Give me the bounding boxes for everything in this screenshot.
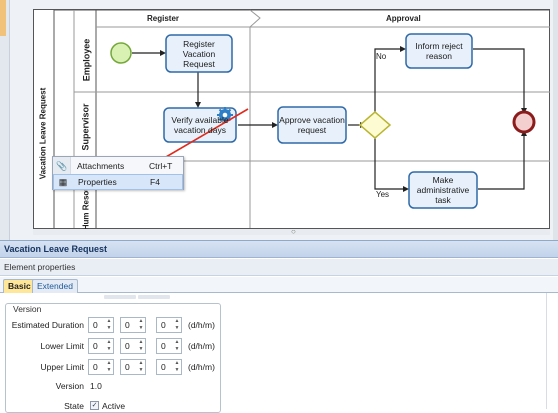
estimated-duration-days[interactable]: 0 ▲ ▼ bbox=[88, 317, 114, 333]
version-group-title: Version bbox=[11, 304, 44, 314]
tab-basic[interactable]: Basic bbox=[3, 279, 36, 293]
panel-right-divider bbox=[546, 293, 547, 409]
menu-item-attachments-shortcut: Ctrl+T bbox=[149, 161, 173, 171]
menu-item-attachments-label: Attachments bbox=[77, 161, 125, 171]
menu-item-properties-shortcut: F4 bbox=[150, 177, 160, 187]
phase-label-register: Register bbox=[147, 14, 180, 23]
start-event[interactable] bbox=[110, 42, 132, 64]
lower-limit-label: Lower Limit bbox=[40, 341, 84, 351]
pool-title: Vacation Leave Request bbox=[38, 87, 48, 179]
task-admin-label[interactable]: Make administrative task bbox=[409, 172, 477, 208]
estimated-duration-minutes[interactable]: 0 ▲ ▼ bbox=[156, 317, 182, 333]
exclusive-gateway[interactable] bbox=[358, 111, 392, 139]
toolbar-button-placeholder-1[interactable] bbox=[104, 295, 136, 299]
panel-title-bar: Vacation Leave Request bbox=[0, 240, 558, 258]
upper-limit-minutes[interactable]: 0 ▲ ▼ bbox=[156, 359, 182, 375]
context-menu: 📎 Attachments Ctrl+T ▦ Properties F4 bbox=[52, 156, 184, 190]
flow-label-yes: Yes bbox=[376, 190, 390, 199]
spin-arrows-icon: ▲ ▼ bbox=[138, 318, 144, 331]
task-verify-label[interactable]: Verify available vacation days bbox=[164, 108, 236, 142]
spin-arrows-icon: ▲ ▼ bbox=[106, 318, 112, 331]
end-event[interactable] bbox=[512, 110, 536, 134]
upper-limit-hours[interactable]: 0 ▲ ▼ bbox=[120, 359, 146, 375]
task-inform-label[interactable]: Inform reject reason bbox=[406, 34, 472, 68]
estimated-duration-hours[interactable]: 0 ▲ ▼ bbox=[120, 317, 146, 333]
upper-limit-unit: (d/h/m) bbox=[188, 362, 215, 372]
state-label: State bbox=[64, 401, 84, 411]
lower-limit-minutes[interactable]: 0 ▲ ▼ bbox=[156, 338, 182, 354]
menu-item-properties[interactable]: ▦ Properties F4 bbox=[53, 174, 183, 190]
version-value: 1.0 bbox=[90, 381, 102, 391]
spin-arrows-icon: ▲ ▼ bbox=[138, 360, 144, 373]
scroll-thumb-icon[interactable]: ○ bbox=[291, 227, 296, 236]
estimated-duration-label: Estimated Duration bbox=[11, 320, 84, 330]
element-properties-label: Element properties bbox=[4, 262, 76, 272]
lower-limit-unit: (d/h/m) bbox=[188, 341, 215, 351]
lower-limit-hours[interactable]: 0 ▲ ▼ bbox=[120, 338, 146, 354]
toolbar-button-placeholder-2[interactable] bbox=[138, 295, 170, 299]
spin-arrows-icon: ▲ ▼ bbox=[174, 360, 180, 373]
horizontal-scrollbar[interactable]: ○ bbox=[33, 227, 550, 236]
menu-item-properties-label: Properties bbox=[78, 177, 117, 187]
spin-arrows-icon: ▲ ▼ bbox=[138, 339, 144, 352]
phase-label-approval: Approval bbox=[386, 14, 421, 23]
task-register-label[interactable]: Register Vacation Request bbox=[166, 35, 232, 72]
spin-arrows-icon: ▲ ▼ bbox=[106, 339, 112, 352]
properties-icon: ▦ bbox=[58, 176, 68, 187]
version-label: Version bbox=[55, 381, 84, 391]
spin-arrows-icon: ▲ ▼ bbox=[174, 318, 180, 331]
upper-limit-days[interactable]: 0 ▲ ▼ bbox=[88, 359, 114, 375]
paperclip-icon: 📎 bbox=[56, 160, 68, 171]
flow-inform-end bbox=[473, 48, 525, 108]
phase-chevron bbox=[249, 9, 261, 28]
state-value: Active bbox=[102, 401, 126, 411]
task-approve-label[interactable]: Approve vacation request bbox=[278, 107, 346, 143]
spin-arrows-icon: ▲ ▼ bbox=[106, 360, 112, 373]
lower-limit-days[interactable]: 0 ▲ ▼ bbox=[88, 338, 114, 354]
estimated-duration-unit: (d/h/m) bbox=[188, 320, 215, 330]
menu-item-attachments[interactable]: 📎 Attachments Ctrl+T bbox=[53, 158, 183, 174]
lane-label-human-resources: Hum Resour bbox=[81, 182, 91, 230]
diagram-canvas-area: Vacation Leave Request Employee Supervis… bbox=[0, 0, 558, 240]
flow-label-no: No bbox=[376, 52, 387, 61]
panel-subheader: Element properties bbox=[0, 259, 558, 276]
flow-admin-end bbox=[478, 136, 525, 190]
lane-label-employee: Employee bbox=[81, 38, 91, 81]
upper-limit-label: Upper Limit bbox=[40, 362, 84, 372]
lane-label-supervisor: Supervisor bbox=[81, 102, 91, 151]
properties-tabbar: Basic Extended bbox=[0, 277, 558, 293]
panel-title: Vacation Leave Request bbox=[4, 244, 108, 254]
flow-gateway-admin bbox=[374, 138, 403, 190]
spin-arrows-icon: ▲ ▼ bbox=[174, 339, 180, 352]
tab-extended[interactable]: Extended bbox=[32, 279, 78, 293]
